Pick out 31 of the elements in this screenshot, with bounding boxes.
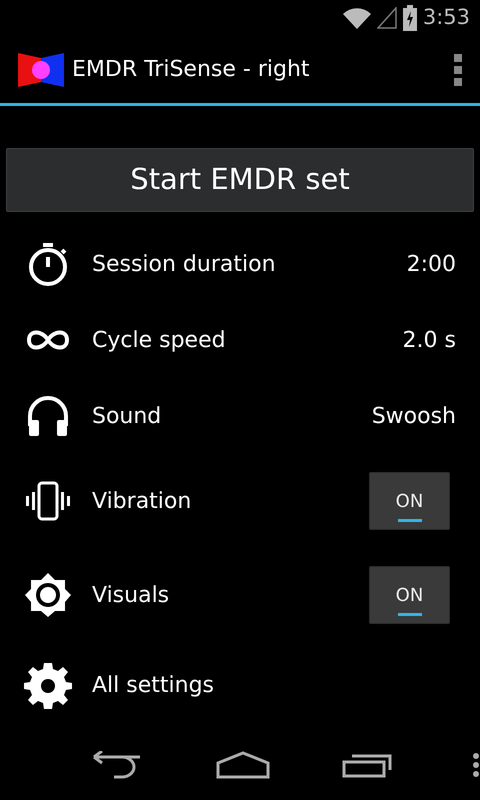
setting-row[interactable]: Visuals ON (0, 548, 480, 642)
wifi-icon (342, 7, 371, 29)
setting-value: 2:00 (406, 250, 456, 278)
signal-icon (376, 7, 397, 29)
setting-row[interactable]: Vibration ON (0, 454, 480, 548)
app-title: EMDR TriSense - right (72, 56, 311, 84)
back-icon[interactable] (92, 751, 142, 779)
setting-row[interactable]: Session duration 2:00 (0, 226, 480, 302)
setting-row[interactable]: Cycle speed 2.0 s (0, 302, 480, 378)
overflow-menu-icon[interactable] (472, 752, 480, 778)
setting-value: 2.0 s (402, 326, 456, 354)
start-button[interactable]: Start EMDR set (6, 148, 474, 212)
toggle-switch[interactable]: ON (369, 472, 450, 530)
setting-label: Visuals (92, 582, 170, 610)
setting-row[interactable]: All settings (0, 642, 480, 728)
setting-row[interactable]: Sound Swoosh (0, 378, 480, 454)
setting-label: Vibration (92, 488, 192, 516)
setting-value: Swoosh (372, 402, 456, 430)
setting-label: All settings (92, 672, 215, 700)
battery-charging-icon (402, 5, 417, 31)
toggle-switch[interactable]: ON (369, 566, 450, 624)
setting-label: Sound (92, 402, 162, 430)
home-icon[interactable] (216, 751, 270, 779)
app-logo-icon (18, 52, 64, 86)
setting-label: Session duration (92, 250, 277, 278)
setting-label: Cycle speed (92, 326, 227, 354)
overflow-menu-icon[interactable] (454, 54, 464, 86)
clock-time: 3:53 (422, 4, 470, 32)
settings-icon (24, 661, 72, 709)
brightness-icon (24, 571, 72, 619)
recent-apps-icon[interactable] (342, 752, 392, 778)
